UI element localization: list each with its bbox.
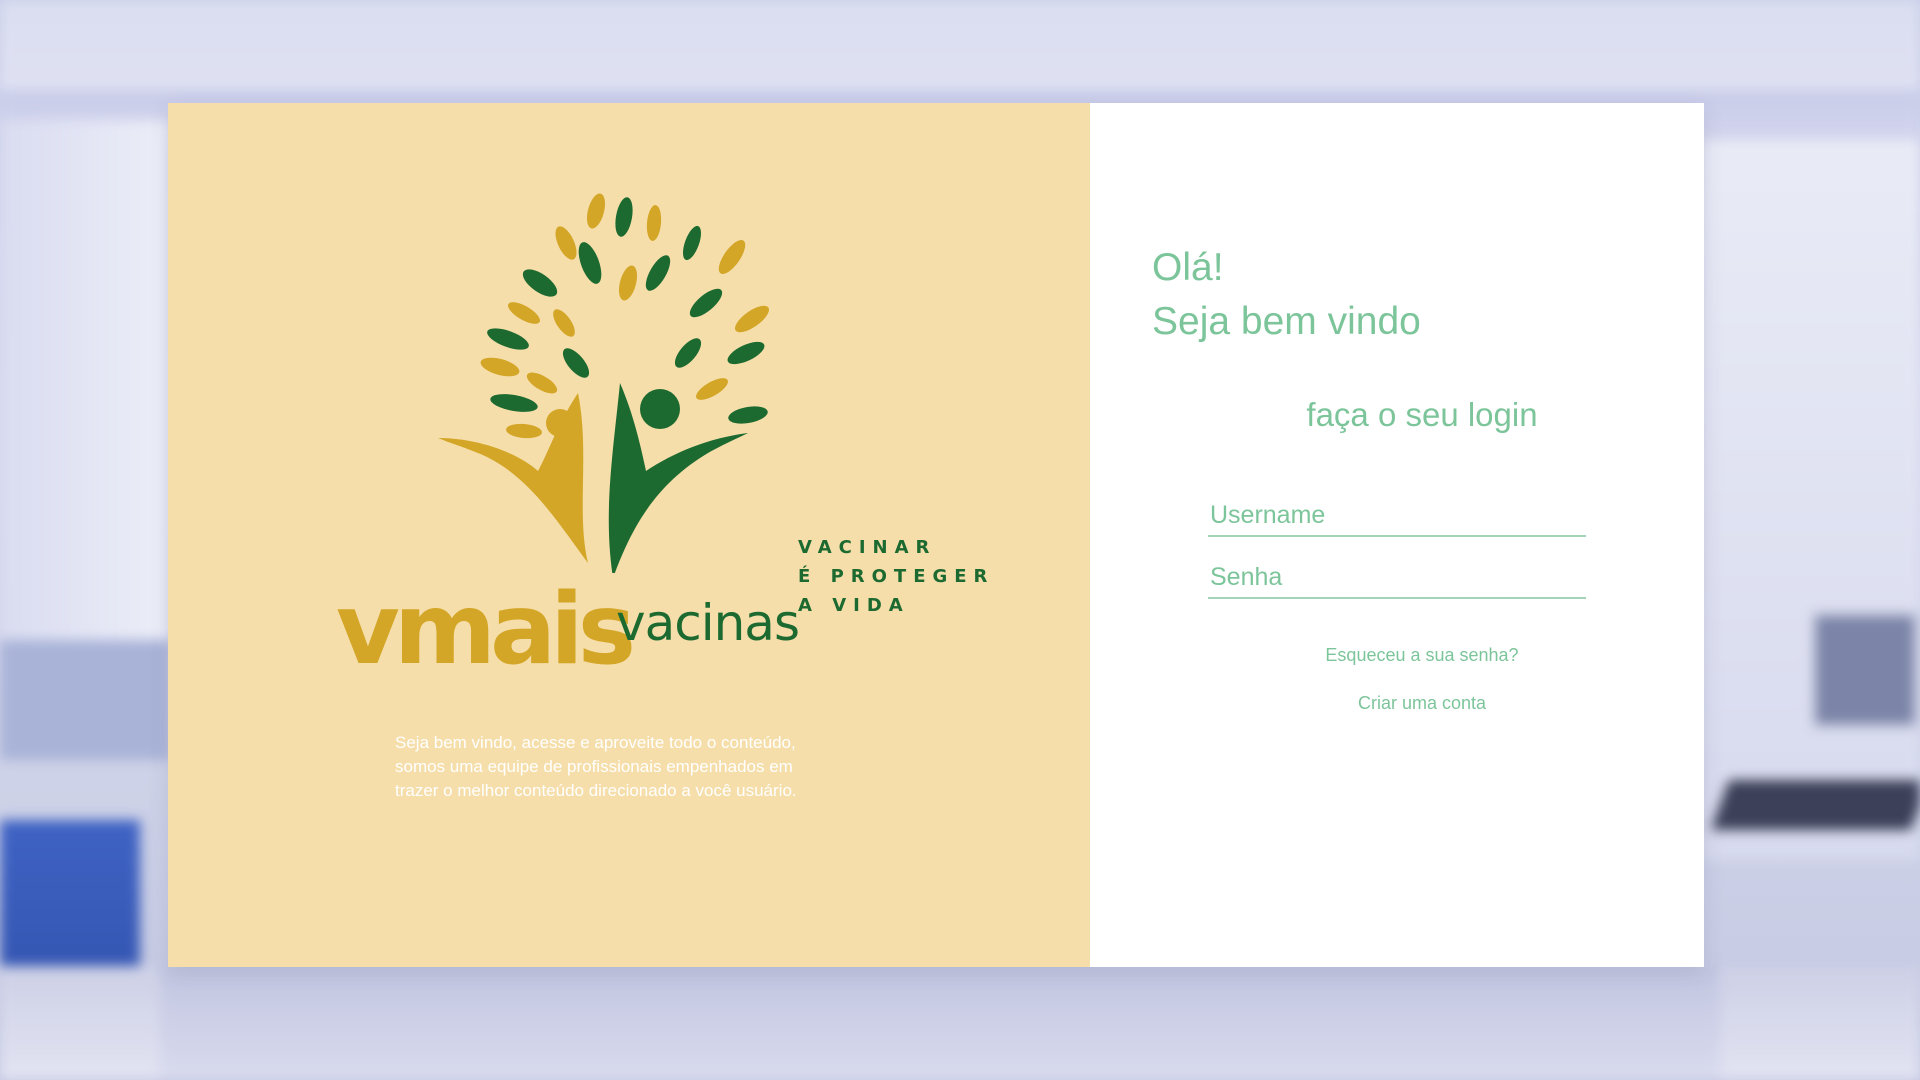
password-input[interactable] [1208, 557, 1586, 599]
greeting-line-2: Seja bem vindo [1152, 300, 1421, 343]
intro-line-1: Seja bem vindo, acesse e aproveite todo … [395, 733, 796, 752]
forgot-password-link[interactable]: Esqueceu a sua senha? [1090, 645, 1704, 666]
brand-panel: VACINAR É PROTEGER A VIDA vmais vacinas … [168, 103, 1090, 967]
tree-people-logo-icon [438, 193, 770, 573]
brand-tagline: VACINAR É PROTEGER A VIDA [798, 533, 994, 620]
tagline-line-1: VACINAR [798, 537, 937, 558]
create-account-link[interactable]: Criar uma conta [1090, 693, 1704, 714]
greeting-line-1: Olá! [1152, 246, 1224, 289]
login-subtitle: faça o seu login [1306, 396, 1538, 433]
greeting: Olá! Seja bem vindo [1152, 241, 1421, 349]
username-input[interactable] [1208, 495, 1586, 537]
tagline-line-3: A VIDA [798, 595, 910, 616]
login-card: VACINAR É PROTEGER A VIDA vmais vacinas … [168, 103, 1704, 967]
brand-name-main: vmais [336, 573, 636, 687]
brand-name-sub: vacinas [616, 594, 800, 652]
intro-line-3: trazer o melhor conteúdo direcionado a v… [395, 781, 797, 800]
intro-text: Seja bem vindo, acesse e aproveite todo … [395, 731, 865, 803]
tagline-line-2: É PROTEGER [798, 566, 995, 587]
login-panel: Olá! Seja bem vindo faça o seu login Esq… [1090, 103, 1704, 967]
intro-line-2: somos uma equipe de profissionais empenh… [395, 757, 793, 776]
